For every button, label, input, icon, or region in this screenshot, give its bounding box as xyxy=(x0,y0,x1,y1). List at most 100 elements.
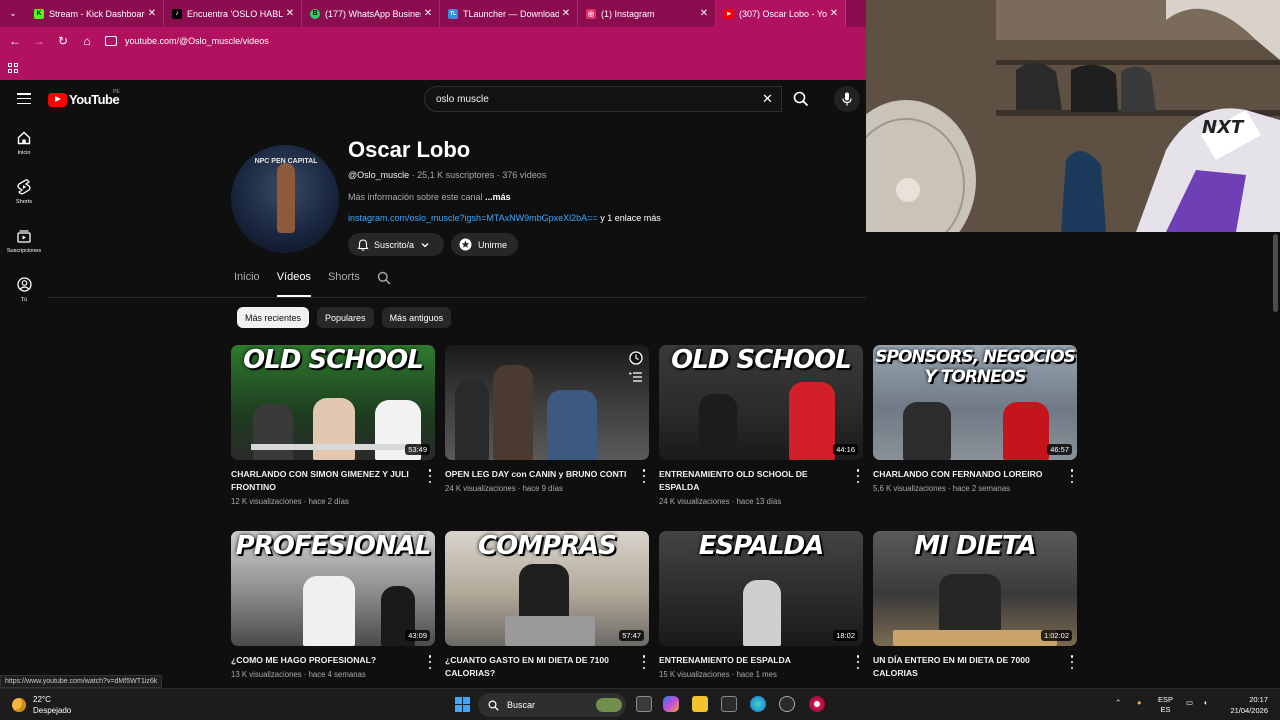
tab-search-icon[interactable]: ⌄ xyxy=(0,0,26,27)
language-indicator[interactable]: ESP ES xyxy=(1158,695,1173,715)
search-button[interactable] xyxy=(786,86,816,112)
reload-icon[interactable]: ↻ xyxy=(51,27,75,55)
apps-grid-icon[interactable] xyxy=(8,62,18,73)
browser-tab[interactable]: K Stream - Kick Dashboard ✕ xyxy=(26,0,164,27)
video-meta: 12 K visualizaciones · hace 2 días xyxy=(231,497,349,506)
video-title[interactable]: ENTRENAMIENTO DE ESPALDA xyxy=(659,654,845,667)
sidenav-item-tu[interactable]: Tú xyxy=(0,265,48,314)
browser-tab-active[interactable]: ▶ (307) Oscar Lobo - YouTu ✕ xyxy=(716,0,846,27)
close-icon[interactable]: ✕ xyxy=(827,8,841,19)
video-title[interactable]: OPEN LEG DAY con CANIN y BRUNO CONTI xyxy=(445,468,631,481)
weather-widget[interactable]: 22°C Despejado xyxy=(12,694,71,716)
close-icon[interactable]: ✕ xyxy=(283,8,297,19)
close-icon[interactable]: ✕ xyxy=(145,8,159,19)
tray-chevron-icon[interactable]: ⌃ xyxy=(1115,698,1121,708)
more-options-icon[interactable] xyxy=(427,655,433,669)
video-title[interactable]: ENTRENAMIENTO OLD SCHOOL DE ESPALDA xyxy=(659,468,845,494)
search-input[interactable]: oslo muscle xyxy=(424,86,782,112)
voice-search-button[interactable] xyxy=(834,86,860,112)
side-nav: Inicio Shorts Suscripciones Tú xyxy=(0,118,48,314)
video-thumbnail[interactable]: ESPALDA 18:02 xyxy=(659,531,863,646)
video-card[interactable]: COMPRAS 57:47 ¿CUANTO GASTO EN MI DIETA … xyxy=(445,531,649,683)
copilot-icon[interactable] xyxy=(663,696,679,712)
video-card[interactable]: ESPALDA 18:02 ENTRENAMIENTO DE ESPALDA 1… xyxy=(659,531,863,679)
browser-tab[interactable]: TL TLauncher — Download ✕ xyxy=(440,0,578,27)
more-options-icon[interactable] xyxy=(641,655,647,669)
video-card[interactable]: PROFESIONAL 43:09 ¿COMO ME HAGO PROFESIO… xyxy=(231,531,435,679)
subscribed-button[interactable]: Suscrito/a xyxy=(348,233,444,256)
video-thumbnail[interactable] xyxy=(445,345,649,460)
settings-icon[interactable] xyxy=(779,696,795,712)
video-thumbnail[interactable]: OLD SCHOOL 53:49 xyxy=(231,345,435,460)
page-scrollbar[interactable] xyxy=(1271,232,1280,687)
back-arrow-icon[interactable]: ← xyxy=(3,27,27,55)
browser-tab[interactable]: ♪ Encuentra 'OSLO HABLA ✕ xyxy=(164,0,302,27)
store-icon[interactable] xyxy=(721,696,737,712)
windows-start-icon[interactable] xyxy=(455,697,470,712)
chip-popular[interactable]: Populares xyxy=(317,307,374,328)
sidenav-item-shorts[interactable]: Shorts xyxy=(0,167,48,216)
video-title[interactable]: CHARLANDO CON SIMON GIMENEZ Y JULI FRONT… xyxy=(231,468,417,494)
more-options-icon[interactable] xyxy=(855,655,861,669)
home-icon[interactable]: ⌂ xyxy=(75,27,99,55)
tab-videos[interactable]: Vídeos xyxy=(276,271,311,297)
microphone-icon[interactable]: ● xyxy=(1137,698,1142,708)
browser-tab[interactable]: B (177) WhatsApp Business ✕ xyxy=(302,0,440,27)
chip-oldest[interactable]: Más antiguos xyxy=(381,307,452,328)
close-icon[interactable]: ✕ xyxy=(697,8,711,19)
close-icon[interactable]: ✕ xyxy=(559,8,573,19)
tab-shorts[interactable]: Shorts xyxy=(328,271,360,297)
more-options-icon[interactable] xyxy=(1069,655,1075,669)
video-card[interactable]: MI DIETA 1:02:02 UN DÍA ENTERO EN MI DIE… xyxy=(873,531,1077,683)
site-info-icon[interactable] xyxy=(105,36,117,46)
sidenav-item-inicio[interactable]: Inicio xyxy=(0,118,48,167)
video-thumbnail[interactable]: COMPRAS 57:47 xyxy=(445,531,649,646)
volume-icon[interactable]: ◖ xyxy=(1203,698,1208,708)
chip-latest[interactable]: Más recientes xyxy=(237,307,310,328)
close-icon[interactable]: ✕ xyxy=(421,8,435,19)
sidenav-item-suscripciones[interactable]: Suscripciones xyxy=(0,216,48,265)
network-icon[interactable]: ▭ xyxy=(1186,698,1193,708)
join-button[interactable]: Unirme xyxy=(451,233,518,256)
task-view-icon[interactable] xyxy=(636,696,652,712)
forward-arrow-icon[interactable]: → xyxy=(27,27,51,55)
channel-avatar[interactable]: NPC PEN CAPITAL xyxy=(231,145,339,253)
video-card[interactable]: SPONSORS, NEGOCIOS Y TORNEOS 46:57 CHARL… xyxy=(873,345,1077,493)
watch-later-icon[interactable] xyxy=(629,351,643,365)
search-highlight-icon xyxy=(596,698,622,712)
more-options-icon[interactable] xyxy=(641,469,647,483)
add-to-queue-icon[interactable] xyxy=(629,371,643,383)
youtube-logo[interactable]: YouTube xyxy=(48,92,120,107)
taskbar-search[interactable]: Buscar xyxy=(478,693,626,717)
menu-icon[interactable] xyxy=(17,93,31,104)
instagram-link[interactable]: instagram.com/oslo_muscle?igsh=MTAxNW9mb… xyxy=(348,213,598,223)
clear-search-icon[interactable]: ✕ xyxy=(762,91,773,107)
taskbar-clock[interactable]: 20:17 21/04/2026 xyxy=(1216,694,1268,716)
video-thumbnail[interactable]: OLD SCHOOL 44:16 xyxy=(659,345,863,460)
channel-about[interactable]: Más información sobre este canal ...más xyxy=(348,192,511,202)
more-options-icon[interactable] xyxy=(427,469,433,483)
video-title[interactable]: ¿COMO ME HAGO PROFESIONAL? xyxy=(231,654,417,667)
scrollbar-thumb[interactable] xyxy=(1273,234,1278,312)
more-options-icon[interactable] xyxy=(1069,469,1075,483)
file-explorer-icon[interactable] xyxy=(692,696,708,712)
video-thumbnail[interactable]: SPONSORS, NEGOCIOS Y TORNEOS 46:57 xyxy=(873,345,1077,460)
url-field[interactable]: youtube.com/@Oslo_muscle/videos xyxy=(105,36,269,46)
video-title[interactable]: CHARLANDO CON FERNANDO LOREIRO xyxy=(873,468,1059,481)
video-card[interactable]: OLD SCHOOL 53:49 CHARLANDO CON SIMON GIM… xyxy=(231,345,435,506)
join-label: Unirme xyxy=(478,239,508,250)
more-options-icon[interactable] xyxy=(855,469,861,483)
more-links[interactable]: y 1 enlace más xyxy=(598,213,661,223)
channel-search-button[interactable] xyxy=(377,271,391,297)
browser-icon[interactable] xyxy=(809,696,825,712)
video-title[interactable]: ¿CUANTO GASTO EN MI DIETA DE 7100 CALORI… xyxy=(445,654,631,680)
video-card[interactable]: OPEN LEG DAY con CANIN y BRUNO CONTI 24 … xyxy=(445,345,649,493)
about-more-link[interactable]: ...más xyxy=(485,192,511,202)
tab-inicio[interactable]: Inicio xyxy=(234,271,260,297)
edge-icon[interactable] xyxy=(750,696,766,712)
video-card[interactable]: OLD SCHOOL 44:16 ENTRENAMIENTO OLD SCHOO… xyxy=(659,345,863,506)
video-thumbnail[interactable]: MI DIETA 1:02:02 xyxy=(873,531,1077,646)
video-thumbnail[interactable]: PROFESIONAL 43:09 xyxy=(231,531,435,646)
browser-tab[interactable]: ◎ (1) Instagram ✕ xyxy=(578,0,716,27)
video-title[interactable]: UN DÍA ENTERO EN MI DIETA DE 7000 CALORI… xyxy=(873,654,1059,680)
